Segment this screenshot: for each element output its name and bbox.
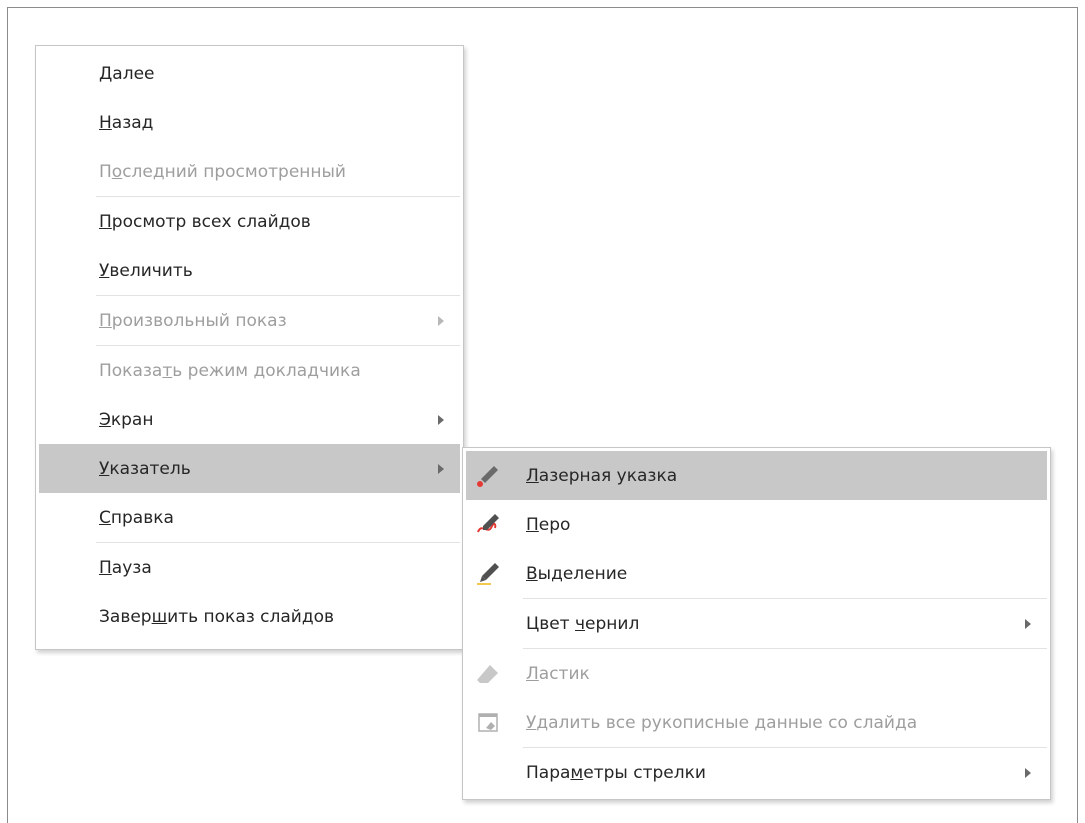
menu-item-pointer[interactable]: Указатель — [39, 444, 460, 493]
menu-item-label: Выделение — [526, 563, 628, 584]
menu-item-screen[interactable]: Экран — [39, 395, 460, 444]
menu-item-label: Ластик — [526, 663, 590, 684]
highlighter-icon — [474, 561, 502, 587]
eraser-icon — [474, 661, 502, 687]
submenu-item-pen[interactable]: Перо — [466, 500, 1047, 549]
menu-item-label: Просмотр всех слайдов — [99, 211, 311, 232]
menu-item-end-show[interactable]: Завершить показ слайдов — [39, 592, 460, 641]
menu-item-label: Увеличить — [99, 260, 193, 281]
menu-item-label: Последний просмотренный — [99, 161, 346, 182]
menu-item-label: Указатель — [99, 458, 191, 479]
erase-all-ink-icon — [474, 710, 502, 736]
submenu-arrow-icon — [438, 414, 444, 425]
submenu-arrow-icon — [438, 463, 444, 474]
submenu-arrow-icon — [1025, 618, 1031, 629]
submenu-item-ink-color[interactable]: Цвет чернил — [466, 599, 1047, 648]
menu-item-zoom-in[interactable]: Увеличить — [39, 246, 460, 295]
laser-pointer-icon — [474, 463, 502, 489]
menu-item-label: Параметры стрелки — [526, 762, 706, 783]
menu-item-label: Справка — [99, 507, 174, 528]
menu-item-label: Экран — [99, 409, 154, 430]
menu-item-label: Назад — [99, 112, 154, 133]
slideshow-context-menu: Далее Назад Последний просмотренный Прос… — [35, 45, 464, 650]
submenu-item-highlighter[interactable]: Выделение — [466, 549, 1047, 598]
menu-item-next[interactable]: Далее — [39, 49, 460, 98]
menu-item-last-viewed: Последний просмотренный — [39, 147, 460, 196]
menu-item-see-all-slides[interactable]: Просмотр всех слайдов — [39, 197, 460, 246]
menu-item-show-presenter-view: Показать режим докладчика — [39, 346, 460, 395]
menu-item-help[interactable]: Справка — [39, 493, 460, 542]
submenu-item-arrow-options[interactable]: Параметры стрелки — [466, 748, 1047, 797]
submenu-arrow-icon — [438, 315, 444, 326]
menu-item-label: Произвольный показ — [99, 310, 287, 331]
menu-item-previous[interactable]: Назад — [39, 98, 460, 147]
menu-item-label: Далее — [99, 63, 155, 84]
submenu-item-laser-pointer[interactable]: Лазерная указка — [466, 451, 1047, 500]
submenu-item-eraser: Ластик — [466, 649, 1047, 698]
menu-item-label: Показать режим докладчика — [99, 360, 361, 381]
menu-item-label: Завершить показ слайдов — [99, 606, 335, 627]
pointer-submenu: Лазерная указка Перо Выделение Цвет черн… — [462, 447, 1051, 800]
menu-item-label: Пауза — [99, 557, 152, 578]
menu-item-label: Перо — [526, 514, 571, 535]
submenu-arrow-icon — [1025, 767, 1031, 778]
menu-item-pause[interactable]: Пауза — [39, 543, 460, 592]
menu-item-label: Удалить все рукописные данные со слайда — [526, 712, 918, 733]
menu-item-label: Цвет чернил — [526, 613, 640, 634]
menu-item-custom-show: Произвольный показ — [39, 296, 460, 345]
menu-item-label: Лазерная указка — [526, 465, 678, 486]
pen-icon — [474, 512, 502, 538]
submenu-item-erase-all-ink: Удалить все рукописные данные со слайда — [466, 698, 1047, 747]
